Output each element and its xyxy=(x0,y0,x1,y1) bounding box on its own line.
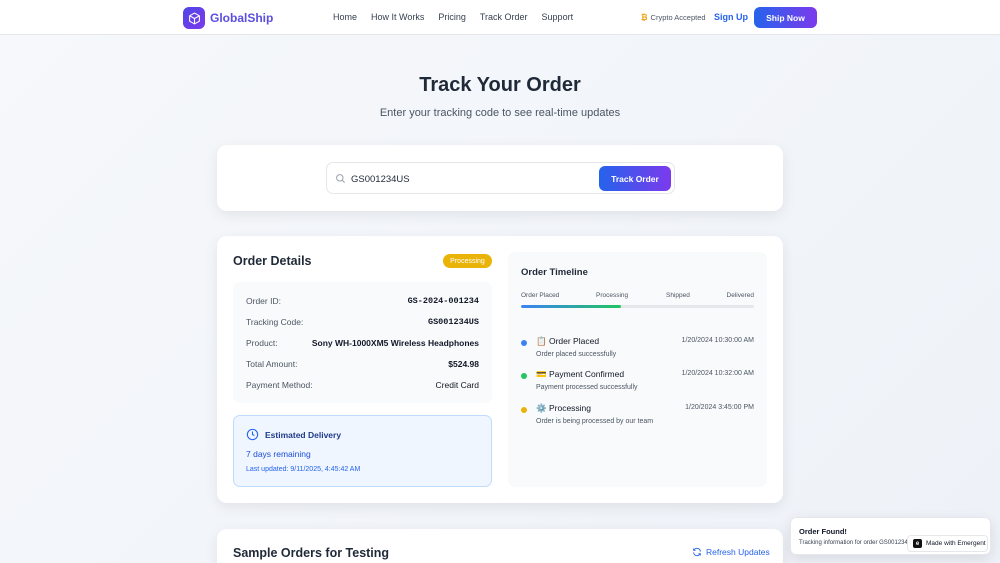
event-description: Payment processed successfully xyxy=(536,384,638,391)
sample-orders-title: Sample Orders for Testing xyxy=(233,546,390,560)
toast-message: Tracking information for order GS001234U… xyxy=(799,540,917,546)
order-details-list: Order ID: GS-2024-001234 Tracking Code: … xyxy=(233,282,492,403)
event-time: 1/20/2024 3:45:00 PM xyxy=(685,404,754,411)
search-box: Track Order xyxy=(326,162,675,194)
tracking-code-input[interactable] xyxy=(351,170,591,188)
event-time: 1/20/2024 10:32:00 AM xyxy=(681,370,754,377)
event-description: Order is being processed by our team xyxy=(536,418,654,425)
detail-value: $524.98 xyxy=(448,359,479,369)
detail-value: Sony WH-1000XM5 Wireless Headphones xyxy=(311,338,479,348)
toast-title: Order Found! xyxy=(799,527,847,536)
status-dot xyxy=(521,407,527,413)
nav-how-it-works[interactable]: How It Works xyxy=(371,12,424,22)
event-title-text: Processing xyxy=(548,403,592,413)
event-time: 1/20/2024 10:30:00 AM xyxy=(681,337,754,344)
timeline-title: Order Timeline xyxy=(521,267,588,278)
search-card: Track Order xyxy=(217,145,783,211)
order-card: Order Details Processing Order ID: GS-20… xyxy=(217,236,783,503)
timeline-progress-bar xyxy=(521,305,754,308)
estimated-delivery-box: Estimated Delivery 7 days remaining Last… xyxy=(233,415,492,487)
event-title-text: Payment Confirmed xyxy=(548,369,625,379)
detail-row-payment: Payment Method: Credit Card xyxy=(246,379,479,391)
gear-icon: ⚙️ xyxy=(536,403,547,413)
stage-order-placed: Order Placed xyxy=(521,292,560,299)
event-title: 💳 Payment Confirmed xyxy=(536,369,624,380)
crypto-label: Crypto Accepted xyxy=(650,13,706,22)
main-nav: Home How It Works Pricing Track Order Su… xyxy=(333,12,587,22)
made-with-emergent-badge[interactable]: e Made with Emergent xyxy=(907,535,988,552)
estimated-delivery-title: Estimated Delivery xyxy=(265,430,342,440)
event-title-text: Order Placed xyxy=(548,336,600,346)
timeline-event: 📋 Order Placed 1/20/2024 10:30:00 AM Ord… xyxy=(521,336,754,368)
stage-delivered: Delivered xyxy=(726,292,754,299)
detail-row-tracking-code: Tracking Code: GS001234US xyxy=(246,316,479,328)
brand-logo[interactable]: GlobalShip xyxy=(183,7,273,29)
timeline-event: ⚙️ Processing 1/20/2024 3:45:00 PM Order… xyxy=(521,403,754,435)
detail-label: Tracking Code: xyxy=(246,317,304,327)
signup-link[interactable]: Sign Up xyxy=(714,12,748,22)
days-remaining: 7 days remaining xyxy=(246,449,311,459)
refresh-updates-button[interactable]: Refresh Updates xyxy=(692,547,770,557)
stage-shipped: Shipped xyxy=(666,292,690,299)
detail-value: GS001234US xyxy=(427,317,479,327)
detail-value: Credit Card xyxy=(435,380,479,390)
track-order-button[interactable]: Track Order xyxy=(599,166,671,191)
crypto-accepted: ₿ Crypto Accepted xyxy=(641,13,706,22)
bitcoin-icon: ₿ xyxy=(641,13,648,22)
nav-support[interactable]: Support xyxy=(542,12,574,22)
credit-card-icon: 💳 xyxy=(536,369,547,379)
detail-label: Order ID: xyxy=(246,296,281,306)
detail-row-product: Product: Sony WH-1000XM5 Wireless Headph… xyxy=(246,337,479,349)
detail-label: Product: xyxy=(246,338,278,348)
clock-icon xyxy=(246,428,259,441)
page-subtitle: Enter your tracking code to see real-tim… xyxy=(379,107,621,119)
order-details-title: Order Details xyxy=(233,254,312,268)
status-dot xyxy=(521,373,527,379)
event-title: 📋 Order Placed xyxy=(536,336,599,347)
last-updated: Last updated: 9/11/2025, 4:45:42 AM xyxy=(246,466,361,473)
nav-track-order[interactable]: Track Order xyxy=(480,12,528,22)
timeline-progress-fill xyxy=(521,305,622,308)
page-title: Track Your Order xyxy=(419,74,581,96)
refresh-label: Refresh Updates xyxy=(706,547,770,557)
emergent-label: Made with Emergent xyxy=(926,540,986,547)
brand-name: GlobalShip xyxy=(210,11,274,25)
nav-home[interactable]: Home xyxy=(333,12,357,22)
detail-label: Total Amount: xyxy=(246,359,298,369)
clipboard-icon: 📋 xyxy=(536,336,547,346)
top-navbar: GlobalShip Home How It Works Pricing Tra… xyxy=(0,0,1000,35)
detail-row-order-id: Order ID: GS-2024-001234 xyxy=(246,295,479,307)
stage-processing: Processing xyxy=(596,292,629,299)
detail-label: Payment Method: xyxy=(246,380,313,390)
sample-orders-card: Sample Orders for Testing Refresh Update… xyxy=(217,529,783,563)
status-dot xyxy=(521,340,527,346)
emergent-logo-icon: e xyxy=(913,539,922,548)
ship-now-button[interactable]: Ship Now xyxy=(754,7,817,28)
search-icon xyxy=(336,174,345,183)
order-timeline: Order Timeline Order Placed Processing S… xyxy=(508,252,767,487)
status-badge: Processing xyxy=(443,254,492,268)
detail-row-total: Total Amount: $524.98 xyxy=(246,358,479,370)
event-description: Order placed successfully xyxy=(536,351,617,358)
refresh-icon xyxy=(693,547,701,557)
event-title: ⚙️ Processing xyxy=(536,403,591,414)
timeline-event: 💳 Payment Confirmed 1/20/2024 10:32:00 A… xyxy=(521,369,754,401)
nav-pricing[interactable]: Pricing xyxy=(438,12,466,22)
package-icon xyxy=(183,7,205,29)
detail-value: GS-2024-001234 xyxy=(407,296,479,306)
